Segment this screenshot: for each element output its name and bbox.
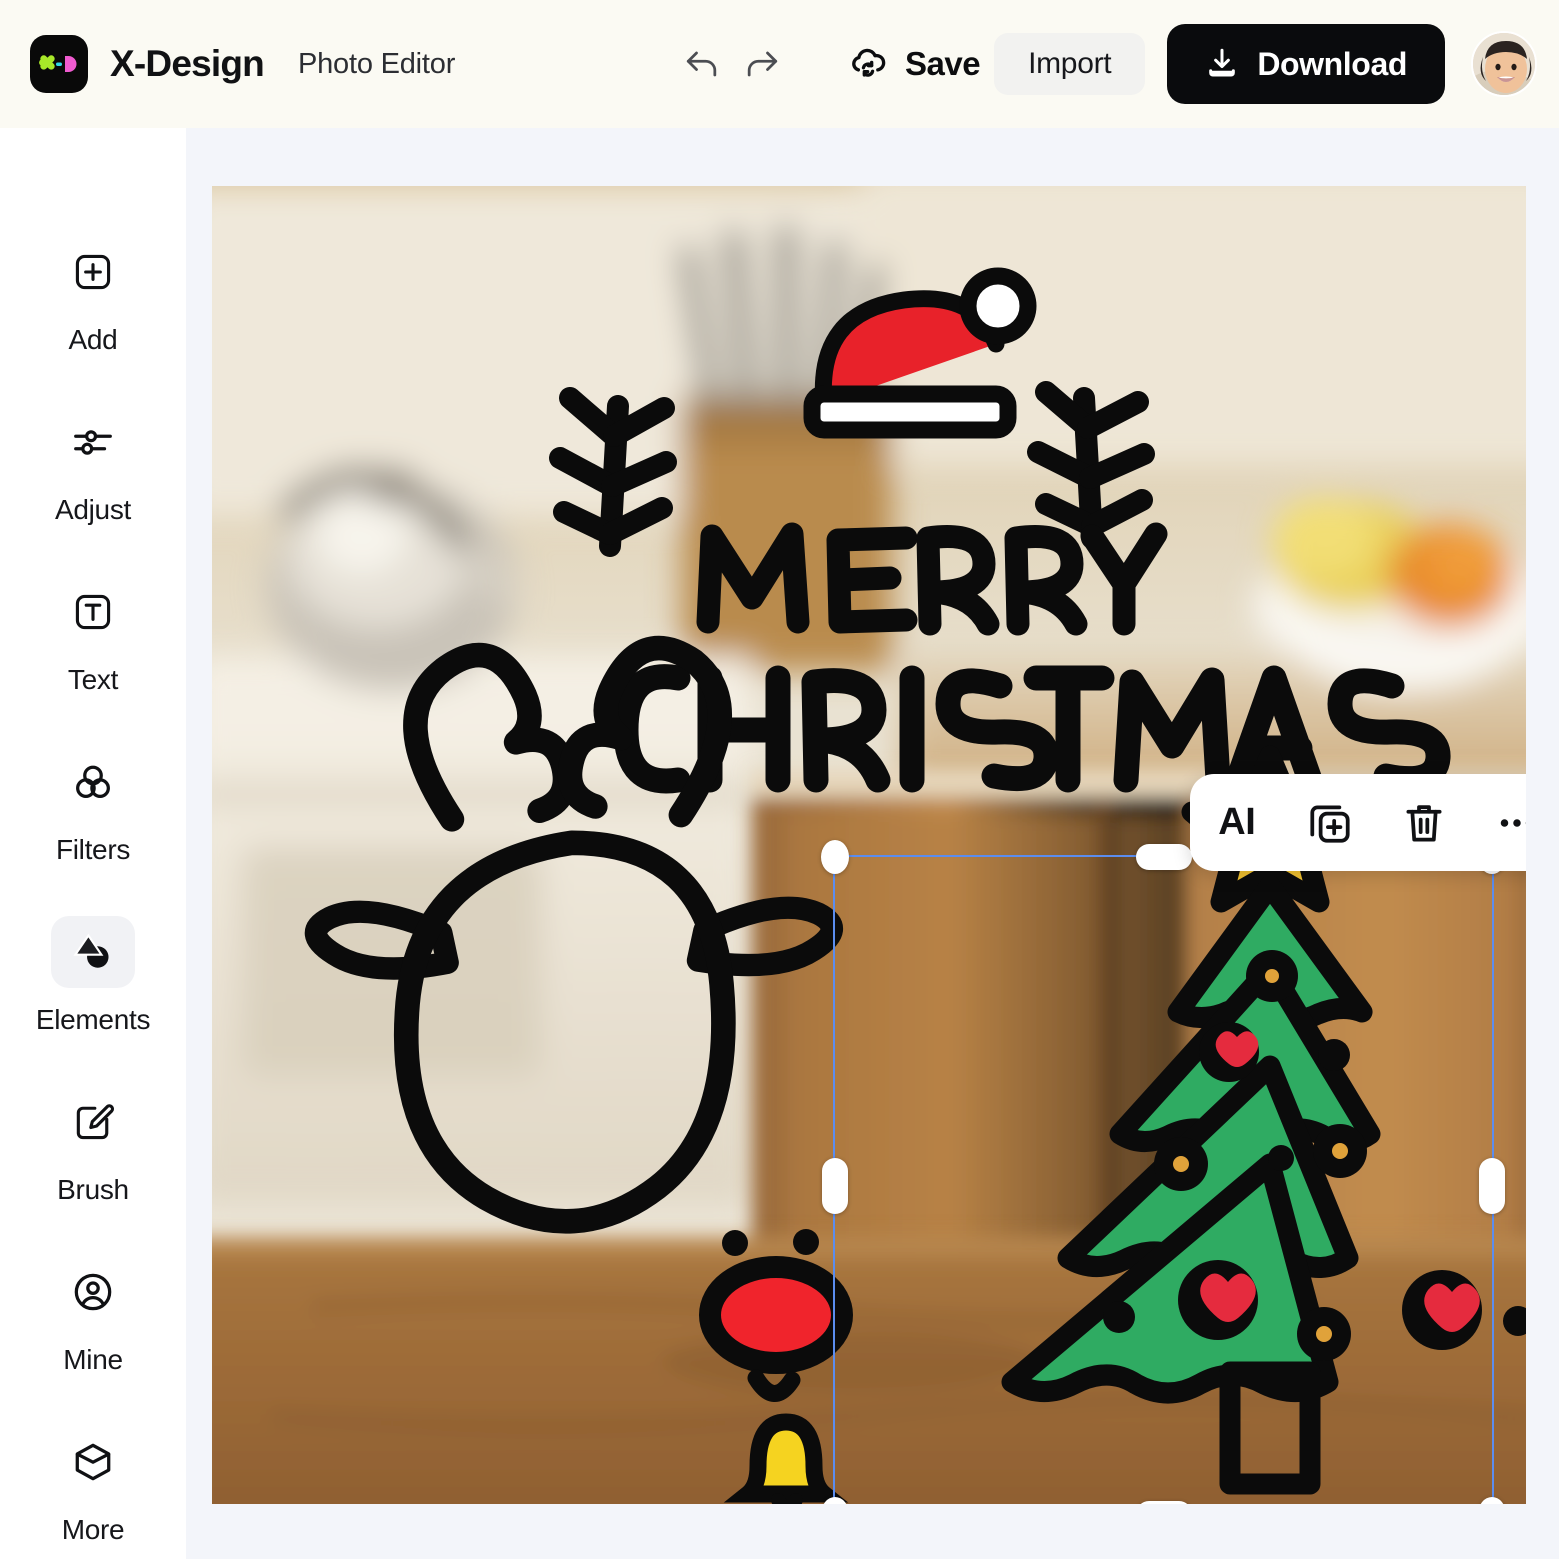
sidebar-item-label: Mine bbox=[63, 1344, 123, 1375]
sidebar-item-label: More bbox=[61, 1514, 125, 1545]
save-button[interactable]: Save bbox=[837, 33, 990, 96]
download-label: Download bbox=[1257, 45, 1407, 82]
sidebar-item-elements[interactable]: Elements bbox=[18, 916, 168, 1036]
sidebar-item-more[interactable]: More bbox=[18, 1426, 168, 1546]
duplicate-plus-icon[interactable] bbox=[1295, 788, 1365, 858]
canvas-area: .ink { fill:none; stroke:#0b0b0b; stroke… bbox=[186, 128, 1559, 1559]
more-dots-icon[interactable] bbox=[1482, 788, 1526, 858]
user-circle-icon bbox=[51, 1256, 135, 1328]
brand-block: X-Design Photo Editor bbox=[30, 35, 455, 93]
sidebar-item-brush[interactable]: Brush bbox=[18, 1086, 168, 1206]
greeting-line-2 bbox=[613, 664, 1451, 794]
sidebar-item-adjust[interactable]: Adjust bbox=[18, 406, 168, 526]
download-button[interactable]: Download bbox=[1167, 24, 1445, 104]
three-circles-icon bbox=[51, 746, 135, 818]
greeting-line-1 bbox=[696, 522, 1168, 636]
branch-sprig-sticker bbox=[1027, 381, 1155, 549]
x-design-logo-icon bbox=[30, 35, 88, 93]
element-context-toolbar: AI bbox=[1190, 774, 1526, 871]
tools-sidebar: Add Adjust Text Filters Elements Brush M… bbox=[0, 128, 186, 1559]
plus-square-icon bbox=[51, 236, 135, 308]
santa-hat-sticker bbox=[803, 267, 1037, 439]
sidebar-item-filters[interactable]: Filters bbox=[18, 746, 168, 866]
user-avatar[interactable] bbox=[1471, 31, 1537, 97]
sidebar-item-mine[interactable]: Mine bbox=[18, 1256, 168, 1376]
sidebar-item-add[interactable]: Add bbox=[18, 236, 168, 356]
sidebar-item-label: Filters bbox=[55, 834, 131, 865]
sidebar-item-text[interactable]: Text bbox=[18, 576, 168, 696]
app-header: X-Design Photo Editor Save Import Downlo… bbox=[0, 0, 1559, 128]
cube-icon bbox=[51, 1426, 135, 1498]
header-center-controls: Save bbox=[672, 0, 990, 128]
sidebar-item-label: Brush bbox=[57, 1174, 129, 1205]
sidebar-item-label: Add bbox=[68, 324, 118, 355]
ai-button[interactable]: AI bbox=[1202, 788, 1272, 858]
download-icon bbox=[1205, 46, 1239, 83]
elements-shape-icon bbox=[51, 916, 135, 988]
trash-icon[interactable] bbox=[1389, 788, 1459, 858]
undo-arrow-icon[interactable] bbox=[672, 34, 732, 94]
brush-square-icon bbox=[51, 1086, 135, 1158]
ai-label: AI bbox=[1218, 801, 1256, 843]
reindeer-face-sticker bbox=[304, 635, 853, 1504]
sidebar-item-label: Adjust bbox=[54, 494, 132, 525]
text-t-square-icon bbox=[51, 576, 135, 648]
document-title: Photo Editor bbox=[297, 47, 456, 80]
save-label: Save bbox=[905, 45, 981, 82]
header-right-controls: Import Download bbox=[994, 0, 1537, 128]
redo-arrow-icon[interactable] bbox=[732, 34, 792, 94]
sidebar-item-label: Elements bbox=[35, 1004, 151, 1035]
brand-name: X-Design bbox=[110, 43, 265, 84]
photo-editor-app: X-Design Photo Editor Save Import Downlo… bbox=[0, 0, 1559, 1559]
sidebar-item-label: Text bbox=[67, 664, 119, 695]
cloud-sync-icon bbox=[847, 41, 889, 88]
import-button[interactable]: Import bbox=[994, 33, 1146, 95]
branch-sprig-sticker bbox=[549, 387, 677, 557]
sliders-icon bbox=[51, 406, 135, 478]
edited-photo[interactable]: .ink { fill:none; stroke:#0b0b0b; stroke… bbox=[212, 186, 1526, 1504]
